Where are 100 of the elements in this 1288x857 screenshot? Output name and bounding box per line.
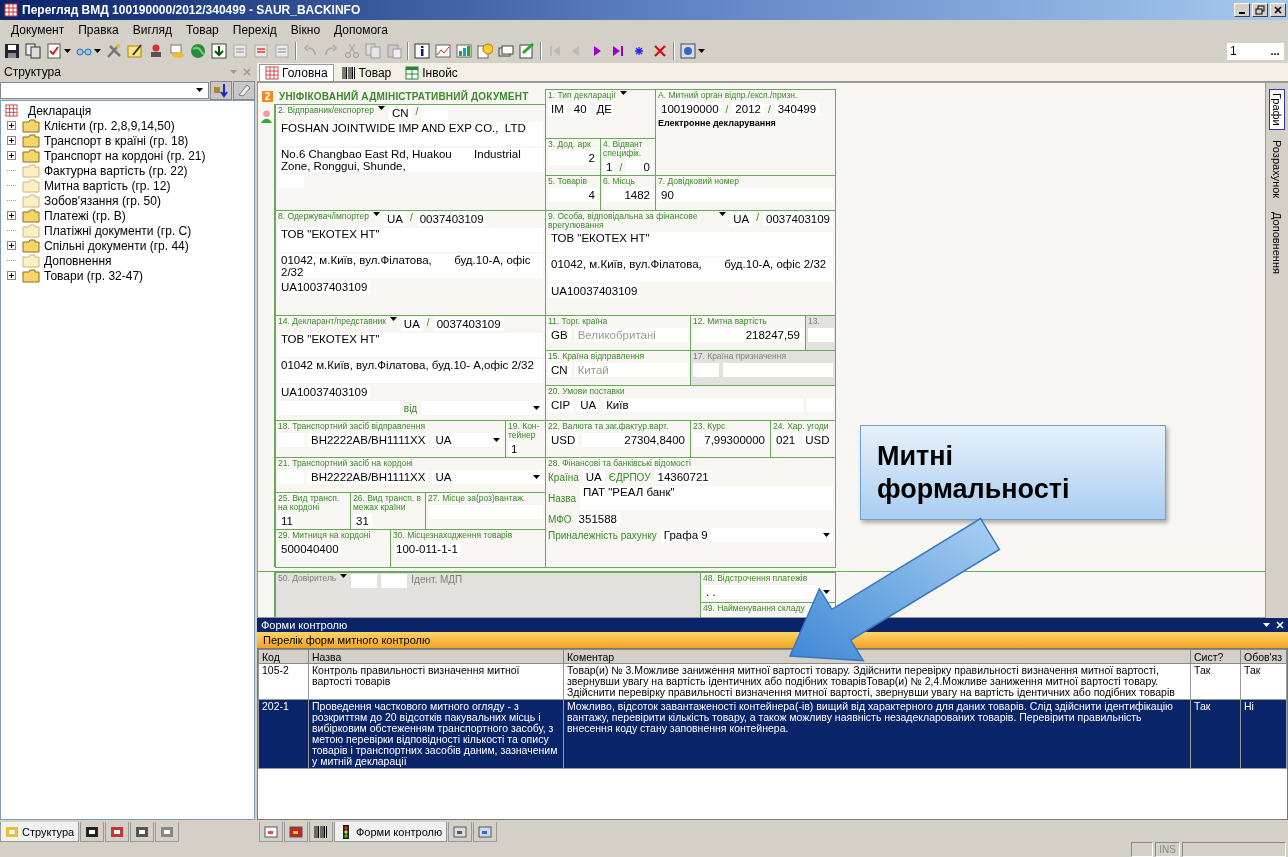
caret-icon[interactable]	[823, 590, 830, 594]
expander-icon[interactable]	[7, 271, 16, 280]
minimize-button[interactable]	[1234, 3, 1250, 17]
text-field[interactable]: UA10037403109	[278, 385, 371, 399]
column-header[interactable]: Сист?	[1190, 649, 1241, 664]
text-area[interactable]: 01042 м.Київ, вул.Філатова, буд.10- А,офіс 2/32	[278, 359, 543, 383]
menu-item[interactable]: Правка	[71, 22, 126, 37]
caret-icon[interactable]	[389, 317, 397, 321]
tree-item[interactable]: Доповнення	[44, 253, 112, 268]
text-area[interactable]: ТОВ "ЕКОТЕХ НТ"	[278, 228, 543, 252]
tab[interactable]: Інвойс	[399, 64, 464, 81]
number-field[interactable]: 1482	[603, 188, 653, 202]
tree-item[interactable]: Митна вартість (гр. 12)	[44, 178, 171, 193]
text-field[interactable]: 1	[508, 442, 521, 456]
side-tab[interactable]: Доповнення	[1269, 207, 1285, 278]
browse-button[interactable]: ...	[1266, 42, 1284, 60]
text-field[interactable]: 100190000	[658, 102, 722, 116]
dropdown[interactable]: . .	[703, 585, 833, 599]
panel-tab[interactable]	[80, 822, 105, 842]
caret-icon[interactable]	[533, 406, 540, 410]
panel-tab[interactable]: Форми контролю	[334, 822, 448, 842]
text-field[interactable]: 31	[353, 514, 372, 528]
text-field[interactable]: IM	[548, 102, 567, 116]
number-field[interactable]: 7,99300000	[693, 433, 768, 447]
caret-icon[interactable]	[533, 475, 540, 479]
text-field[interactable]: 0037403109	[763, 212, 833, 226]
expander-icon[interactable]	[7, 211, 16, 220]
last-icon[interactable]	[610, 43, 626, 59]
dropdown[interactable]: UA	[432, 470, 543, 484]
expander-icon[interactable]	[7, 241, 16, 250]
column-header[interactable]: Коментар	[563, 649, 1191, 664]
number-field[interactable]: 2	[548, 151, 598, 165]
side-tab[interactable]: Графи	[1269, 89, 1285, 130]
edit-icon[interactable]	[519, 43, 535, 59]
caret-icon[interactable]	[378, 106, 385, 110]
text-field[interactable]: 90	[658, 188, 833, 202]
text-area[interactable]: No.6 Changbao East Rd, Huakou Industrial Zone, Ronggui, Shunde,	[278, 148, 543, 172]
expander-icon[interactable]	[7, 121, 16, 130]
text-field[interactable]: BH2222AB/BH1111XX	[308, 433, 429, 447]
checklist-icon[interactable]	[46, 43, 62, 59]
menu-item[interactable]: Вигляд	[125, 22, 180, 37]
dropdown[interactable]: UA	[432, 433, 503, 447]
tree-item[interactable]: Спільні документи (гр. 44)	[44, 238, 189, 253]
text-field[interactable]: UA	[400, 317, 423, 331]
tree-item[interactable]: Клієнти (гр. 2,8,9,14,50)	[44, 118, 175, 133]
text-field[interactable]: UA10037403109	[278, 280, 371, 294]
menu-item[interactable]: Товар	[179, 22, 226, 37]
expander-icon[interactable]	[7, 151, 16, 160]
menu-item[interactable]: Перехід	[225, 22, 284, 37]
number-field[interactable]: 0	[626, 160, 653, 174]
empty-field[interactable]	[422, 106, 449, 120]
caret-icon[interactable]	[719, 212, 727, 216]
text-field[interactable]: CIP	[548, 398, 574, 412]
tree-item[interactable]: Фактурна вартість (гр. 22)	[44, 163, 188, 178]
text-field[interactable]: 340499	[774, 102, 820, 116]
cards-icon[interactable]	[498, 43, 514, 59]
side-tab[interactable]: Розрахунок	[1269, 135, 1285, 202]
page-field[interactable]: 1	[1227, 42, 1266, 60]
globe-icon[interactable]	[190, 43, 206, 59]
table-row[interactable]	[258, 699, 1287, 769]
column-header[interactable]: Код	[258, 649, 309, 664]
tree-item[interactable]: Товари (гр. 32-47)	[44, 268, 144, 283]
caret-icon[interactable]	[493, 438, 500, 442]
panel-tab[interactable]	[130, 822, 155, 842]
text-field[interactable]: 40	[570, 102, 590, 116]
text-field[interactable]: CN	[548, 363, 571, 377]
caret-icon[interactable]	[698, 49, 705, 53]
cross-icon[interactable]	[652, 43, 668, 59]
caret-icon[interactable]	[372, 212, 380, 216]
tree-item[interactable]: Зобов'язання (гр. 50)	[44, 193, 161, 208]
panel-tab[interactable]	[309, 822, 333, 842]
tab[interactable]: Головна	[259, 64, 334, 81]
restore-button[interactable]	[1252, 3, 1268, 17]
text-field[interactable]: 1	[603, 160, 616, 174]
tree-item[interactable]: Транспорт на кордоні (гр. 21)	[44, 148, 206, 163]
text-field[interactable]: UA	[383, 212, 406, 226]
sort-button[interactable]	[210, 80, 232, 100]
expander-icon[interactable]	[7, 136, 16, 145]
panel-tab[interactable]: Структура	[0, 822, 80, 842]
text-area[interactable]: ТОВ "ЕКОТЕХ НТ"	[548, 232, 833, 256]
text-field[interactable]: 351588	[575, 512, 620, 526]
text-field[interactable]: USD	[548, 433, 579, 447]
text-field[interactable]: USD	[802, 433, 833, 447]
text-field[interactable]: UA10037403109	[548, 284, 641, 298]
tab[interactable]: Товар	[335, 64, 398, 81]
caret-icon[interactable]	[94, 49, 101, 53]
help-icon[interactable]	[477, 43, 493, 59]
text-area[interactable]: 01042, м.Київ, вул.Філатова, буд.10-А, офіс 2/32	[548, 258, 833, 282]
text-field[interactable]: 500040400	[278, 542, 342, 556]
text-field[interactable]: 11	[278, 514, 296, 528]
caret-icon[interactable]	[196, 88, 203, 92]
text-area[interactable]: 01042, м.Київ, вул.Філатова, буд.10-А, офіс 2/32	[278, 254, 543, 278]
text-field[interactable]: ДЕ	[593, 102, 616, 116]
text-field[interactable]: 0037403109	[433, 317, 504, 331]
text-field[interactable]: 0037403109	[416, 212, 487, 226]
bar-chart-icon[interactable]	[456, 43, 472, 59]
menu-item[interactable]: Вікно	[283, 22, 328, 37]
download-icon[interactable]	[211, 43, 227, 59]
table-row[interactable]	[258, 663, 1287, 700]
document-icon[interactable]	[253, 43, 269, 59]
